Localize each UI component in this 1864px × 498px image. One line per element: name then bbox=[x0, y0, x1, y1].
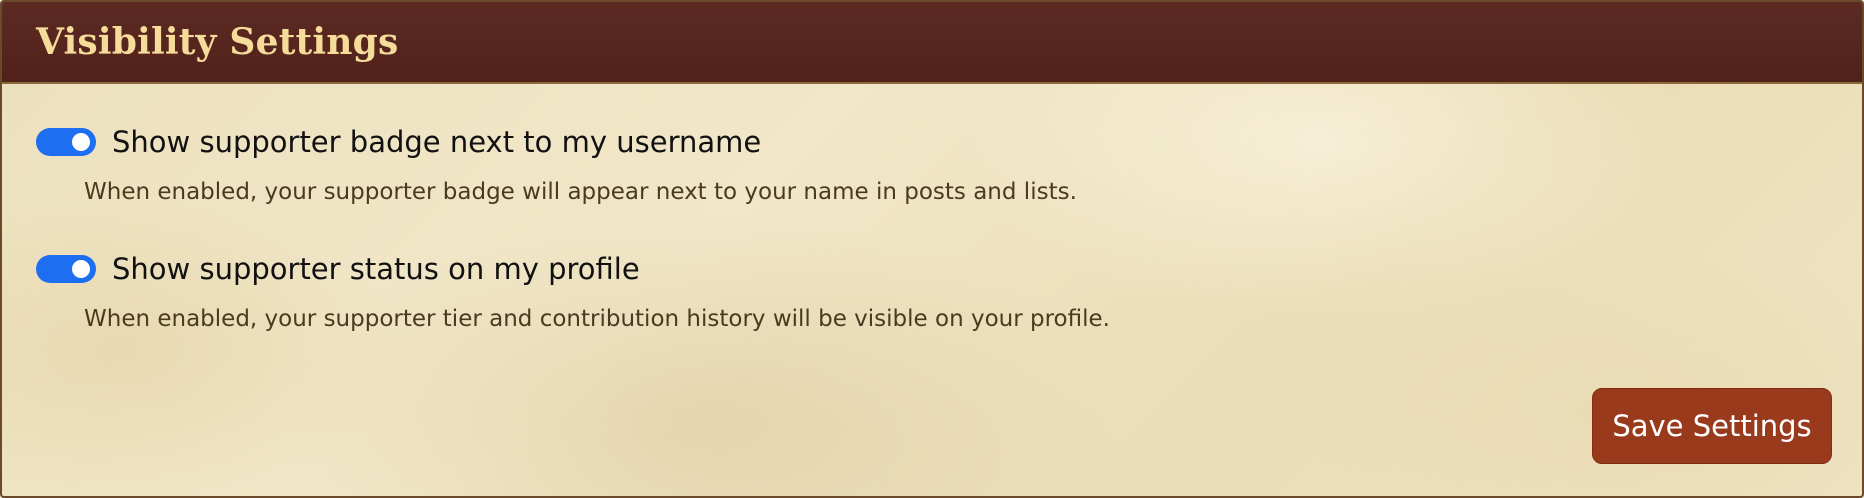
setting-row: Show supporter badge next to my username bbox=[36, 125, 1077, 159]
panel-header: Visibility Settings bbox=[2, 2, 1862, 84]
setting-show-status: Show supporter status on my profile When… bbox=[36, 252, 1110, 332]
show-badge-label[interactable]: Show supporter badge next to my username bbox=[112, 125, 761, 159]
show-status-description: When enabled, your supporter tier and co… bbox=[84, 306, 1110, 332]
toggle-knob bbox=[72, 260, 90, 278]
visibility-settings-panel: Visibility Settings Show supporter badge… bbox=[0, 0, 1864, 498]
setting-show-badge: Show supporter badge next to my username… bbox=[36, 125, 1077, 205]
save-settings-button[interactable]: Save Settings bbox=[1592, 388, 1832, 464]
show-badge-description: When enabled, your supporter badge will … bbox=[84, 179, 1077, 205]
setting-row: Show supporter status on my profile bbox=[36, 252, 1110, 286]
show-status-label[interactable]: Show supporter status on my profile bbox=[112, 252, 640, 286]
show-status-toggle[interactable] bbox=[36, 255, 96, 283]
toggle-knob bbox=[72, 133, 90, 151]
panel-title: Visibility Settings bbox=[36, 21, 399, 63]
show-badge-toggle[interactable] bbox=[36, 128, 96, 156]
